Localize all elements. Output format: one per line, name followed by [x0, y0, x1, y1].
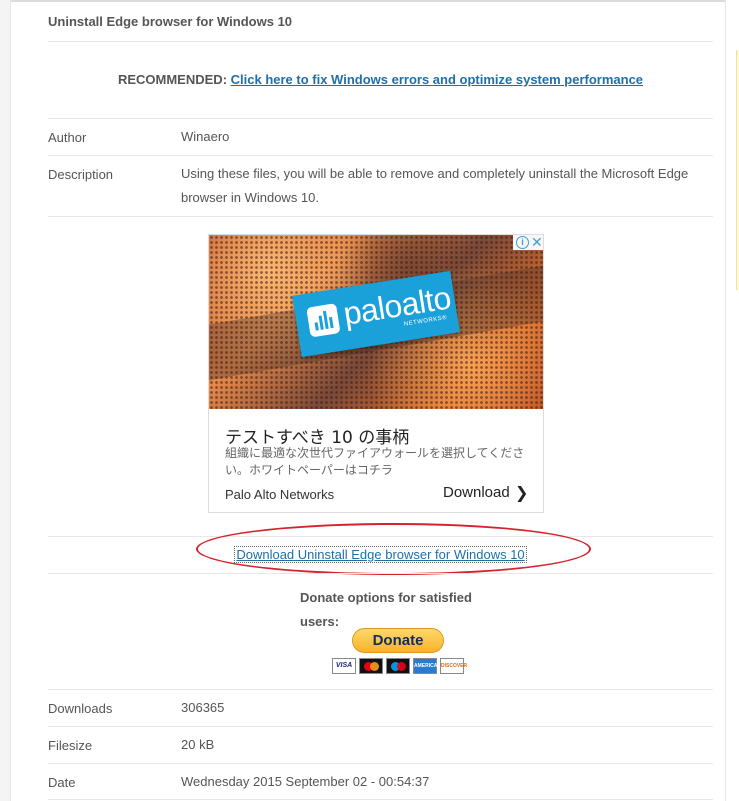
description-value: Using these files, you will be able to r… [181, 166, 689, 205]
downloads-label: Downloads [48, 701, 113, 716]
highlight-ellipse [196, 523, 591, 575]
donate-title: Donate options for satisfied users: [300, 590, 472, 629]
divider [48, 726, 713, 727]
author-value: Winaero [181, 129, 230, 144]
author-label: Author [48, 130, 87, 145]
top-border [0, 0, 739, 2]
divider [48, 155, 713, 156]
mastercard-icon [359, 658, 383, 674]
advertisement[interactable]: paloalto NETWORKS® i ✕ テストすべき 10 の事柄 組織に… [208, 234, 544, 513]
page-title: Uninstall Edge browser for Windows 10 [48, 14, 293, 29]
date-value: Wednesday 2015 September 02 - 00:54:37 [181, 774, 430, 789]
paloalto-logo-icon [306, 303, 341, 338]
filesize-label: Filesize [48, 738, 93, 753]
discover-card-icon: DISCOVER [440, 658, 467, 674]
ad-description: 組織に最適な次世代ファイアウォールを選択してください。ホワイトペーパーはコチラ [225, 446, 525, 477]
close-icon[interactable]: ✕ [531, 235, 543, 251]
recommended-banner: RECOMMENDED: Click here to fix Windows e… [48, 72, 713, 87]
divider [48, 216, 713, 217]
description-label: Description [48, 167, 114, 182]
divider [48, 41, 713, 42]
downloads-value: 306365 [181, 700, 225, 715]
left-gutter [0, 0, 11, 801]
amex-card-icon: AMERICAN EXPRESS [413, 658, 441, 683]
filesize-value: 20 kB [181, 737, 215, 752]
ad-download-button[interactable]: Download [443, 484, 510, 501]
divider [48, 799, 713, 800]
maestro-icon [386, 658, 410, 674]
date-label: Date [48, 775, 76, 790]
visa-card-icon: VISA [332, 658, 356, 674]
donate-button[interactable]: Donate [352, 628, 444, 653]
divider [48, 763, 713, 764]
chevron-right-icon[interactable]: ❯ [515, 483, 528, 503]
fix-errors-link[interactable]: Click here to fix Windows errors and opt… [231, 72, 643, 87]
ad-advertiser[interactable]: Palo Alto Networks [225, 487, 334, 502]
recommended-label: RECOMMENDED: [117, 72, 231, 87]
divider [48, 118, 713, 119]
paloalto-wordmark: paloalto [340, 279, 454, 332]
divider [48, 573, 713, 574]
info-icon[interactable]: i [516, 236, 529, 249]
divider [48, 689, 713, 690]
ad-image[interactable]: paloalto NETWORKS® [209, 235, 543, 409]
ad-controls: i ✕ [513, 235, 543, 250]
